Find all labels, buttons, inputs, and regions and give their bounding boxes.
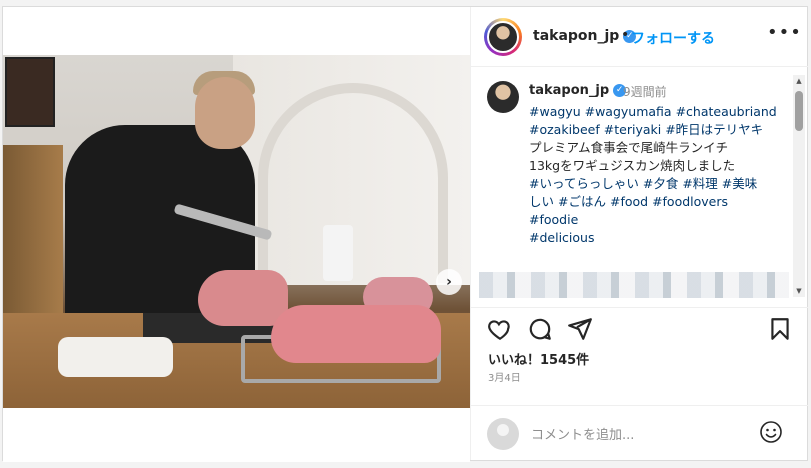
scroll-down-icon[interactable]: ▼ [795,287,803,295]
bookmark-icon[interactable] [767,316,793,342]
post-sidebar: takapon_jp ✓ • フォローする ••• takapon_jp ✓ 9週間… [470,7,808,460]
caption-area[interactable]: takapon_jp ✓ 9週間前 #wagyu #wagyumafia #cha… [471,67,808,303]
caption-line: #wagyu #wagyumafia #chateaubriand [529,103,779,121]
photo-paper-roll [323,225,353,281]
follow-button[interactable]: フォローする [631,28,715,48]
comment-icon[interactable] [527,316,553,342]
photo-arch [258,83,448,283]
hashtag-link[interactable]: #ozakibeef [529,122,600,137]
action-bar [471,307,808,347]
comment-bar: コメントを追加... [471,405,808,460]
post-media: › [3,7,470,462]
hashtag-link[interactable]: #いってらっしゃい [529,176,639,191]
comment-input[interactable]: コメントを追加... [531,424,634,443]
header-separator: • [621,27,630,43]
caption-time[interactable]: 9週間前 [623,83,667,100]
hashtag-link[interactable]: #美味 [722,176,757,191]
photo-meat [271,305,441,363]
hashtag-link[interactable]: #chateaubriand [676,104,777,119]
hashtag-link[interactable]: しい [529,194,554,209]
hashtag-link[interactable]: #foodlovers [652,194,728,209]
caption-text-segment: 13kgをワギュジスカン焼肉しました [529,158,736,173]
caption-text-segment: プレミアム食事会で尾崎牛ランイチ [529,140,729,155]
paper-plane-icon[interactable] [567,316,593,342]
scroll-up-icon[interactable]: ▲ [795,77,803,85]
caption-line: プレミアム食事会で尾崎牛ランイチ [529,139,779,157]
caption-line: #ozakibeef #teriyaki #昨日はテリヤキ [529,121,779,139]
caption-line: しい #ごはん #food #foodlovers [529,193,779,211]
hashtag-link[interactable]: #昨日はテリヤキ [665,122,763,137]
photo-meat [198,270,288,326]
caption-username[interactable]: takapon_jp ✓ [529,83,627,98]
username-text[interactable]: takapon_jp [533,28,619,44]
blurred-comment-row [479,272,789,298]
avatar[interactable] [487,81,519,113]
hashtag-link[interactable]: #food [610,194,648,209]
hashtag-link[interactable]: #teriyaki [604,122,661,137]
caption-line: #delicious [529,229,779,247]
caption-line: #foodie [529,211,779,229]
avatar[interactable] [484,18,522,56]
carousel-next-button[interactable]: › [436,269,462,295]
user-avatar-icon [487,418,519,450]
emoji-icon[interactable] [759,420,783,444]
photo-poster [5,57,55,127]
more-options-icon[interactable]: ••• [767,22,802,43]
caption-line: #いってらっしゃい #夕食 #料理 #美味 [529,175,779,193]
post-photo[interactable]: › [3,55,470,408]
post-date[interactable]: 3月4日 [488,369,521,384]
username-text[interactable]: takapon_jp [529,83,609,98]
likes-count[interactable]: いいね！1545件 [488,349,589,368]
hashtag-link[interactable]: #ごはん [558,194,606,209]
hashtag-link[interactable]: #料理 [682,176,717,191]
hashtag-link[interactable]: #delicious [529,230,594,245]
photo-head [195,77,255,149]
hashtag-link[interactable]: #wagyumafia [585,104,672,119]
caption-line: 13kgをワギュジスカン焼肉しました [529,157,779,175]
hashtag-link[interactable]: #foodie [529,212,578,227]
scrollbar-thumb[interactable] [795,91,803,131]
photo-towel [58,337,173,377]
caption-text: #wagyu #wagyumafia #chateaubriand #ozakib… [529,103,779,247]
avatar-image [487,21,519,53]
post-header: takapon_jp ✓ • フォローする ••• [471,7,808,67]
hashtag-link[interactable]: #wagyu [529,104,581,119]
instagram-post-embed: › takapon_jp ✓ • フォローする ••• takapon_jp ✓ 9… [2,6,808,462]
hashtag-link[interactable]: #夕食 [643,176,678,191]
heart-icon[interactable] [487,316,513,342]
